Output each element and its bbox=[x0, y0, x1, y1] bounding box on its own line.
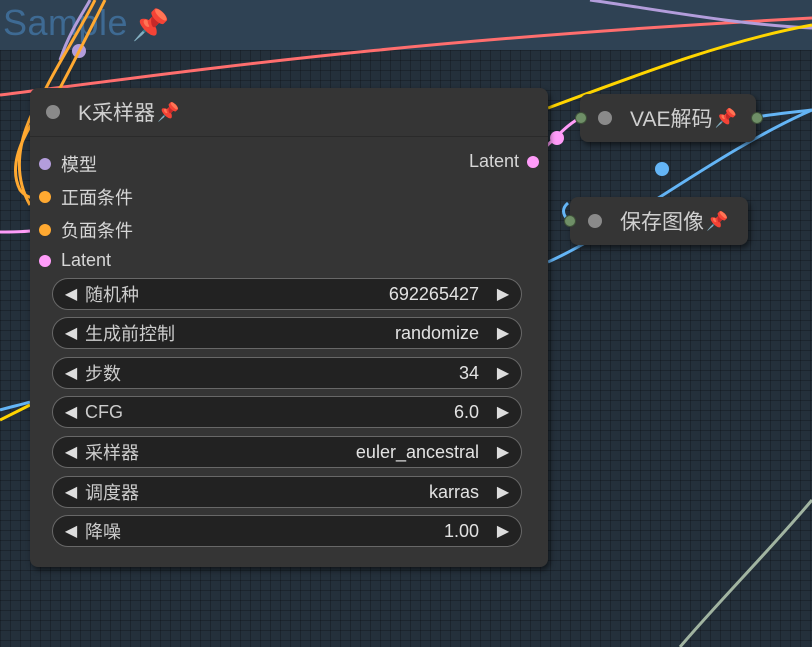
widget-value[interactable]: euler_ancestral bbox=[356, 442, 491, 463]
widget-value[interactable]: 6.0 bbox=[454, 402, 491, 423]
widget-value[interactable]: randomize bbox=[395, 323, 491, 344]
decrement-arrow-icon[interactable]: ◀ bbox=[59, 363, 83, 383]
slot-dot[interactable] bbox=[39, 224, 51, 236]
link-wire-latent bbox=[550, 131, 564, 145]
widget-label: 采样器 bbox=[85, 443, 139, 463]
node-title-bar[interactable]: K采样器 📌 bbox=[30, 88, 548, 137]
slot-dot[interactable] bbox=[39, 158, 51, 170]
decrement-arrow-icon[interactable]: ◀ bbox=[59, 442, 83, 462]
slot-dot[interactable] bbox=[527, 155, 539, 168]
increment-arrow-icon[interactable]: ▶ bbox=[491, 363, 515, 383]
increment-arrow-icon[interactable]: ▶ bbox=[491, 521, 515, 541]
widget-sampler[interactable]: ◀ 采样器 euler_ancestral ▶ bbox=[52, 436, 522, 468]
widget-label: 生成前控制 bbox=[85, 324, 175, 344]
slot-dot[interactable] bbox=[39, 191, 51, 203]
pin-icon: 📌 bbox=[157, 101, 180, 122]
widget-scheduler[interactable]: ◀ 调度器 karras ▶ bbox=[52, 476, 522, 508]
widget-value[interactable]: 692265427 bbox=[389, 284, 491, 305]
widget-denoise[interactable]: ◀ 降噪 1.00 ▶ bbox=[52, 515, 522, 547]
pin-icon: 📌 bbox=[706, 210, 729, 231]
node-title-bar[interactable]: VAE解码 📌 bbox=[580, 94, 756, 142]
slot-dot[interactable] bbox=[39, 254, 51, 267]
decrement-arrow-icon[interactable]: ◀ bbox=[59, 402, 83, 422]
output-connector[interactable] bbox=[751, 112, 763, 124]
increment-arrow-icon[interactable]: ▶ bbox=[491, 284, 515, 304]
input-slot-model[interactable]: 模型 bbox=[39, 151, 97, 177]
increment-arrow-icon[interactable]: ▶ bbox=[491, 482, 515, 502]
slot-label: 正面条件 bbox=[61, 188, 133, 208]
node-title: K采样器 bbox=[78, 102, 156, 125]
link-wire-image bbox=[655, 162, 669, 176]
node-title: 保存图像 bbox=[620, 211, 704, 234]
increment-arrow-icon[interactable]: ▶ bbox=[491, 402, 515, 422]
widget-label: 随机种 bbox=[85, 285, 139, 305]
increment-arrow-icon[interactable]: ▶ bbox=[491, 323, 515, 343]
widget-label: 降噪 bbox=[85, 522, 121, 542]
collapse-toggle[interactable] bbox=[588, 214, 602, 228]
link-wire-other bbox=[678, 499, 812, 647]
slot-label: 模型 bbox=[61, 155, 97, 175]
increment-arrow-icon[interactable]: ▶ bbox=[491, 442, 515, 462]
widget-value[interactable]: karras bbox=[429, 482, 491, 503]
input-slot-latent[interactable]: Latent bbox=[39, 250, 111, 271]
decrement-arrow-icon[interactable]: ◀ bbox=[59, 323, 83, 343]
vae-decode-node[interactable]: VAE解码 📌 bbox=[580, 94, 756, 142]
save-image-node[interactable]: 保存图像 📌 bbox=[570, 197, 748, 245]
collapse-toggle[interactable] bbox=[598, 111, 612, 125]
node-title-bar[interactable]: 保存图像 📌 bbox=[570, 197, 748, 245]
widget-label: 调度器 bbox=[85, 483, 139, 503]
slot-label: Latent bbox=[468, 151, 519, 171]
collapse-toggle[interactable] bbox=[46, 105, 60, 119]
widget-label: 步数 bbox=[85, 364, 121, 384]
pin-icon: 📌 bbox=[714, 107, 737, 128]
input-connector[interactable] bbox=[575, 112, 587, 124]
input-slot-negative[interactable]: 负面条件 bbox=[39, 217, 133, 243]
slot-label: 负面条件 bbox=[61, 221, 133, 241]
decrement-arrow-icon[interactable]: ◀ bbox=[59, 284, 83, 304]
node-title: VAE解码 bbox=[630, 108, 713, 131]
widget-cfg[interactable]: ◀ CFG 6.0 ▶ bbox=[52, 396, 522, 428]
widget-steps[interactable]: ◀ 步数 34 ▶ bbox=[52, 357, 522, 389]
decrement-arrow-icon[interactable]: ◀ bbox=[59, 482, 83, 502]
input-connector[interactable] bbox=[564, 215, 576, 227]
slot-label: Latent bbox=[61, 250, 112, 270]
input-slot-positive[interactable]: 正面条件 bbox=[39, 184, 133, 210]
decrement-arrow-icon[interactable]: ◀ bbox=[59, 521, 83, 541]
link-wire-latent bbox=[0, 229, 31, 234]
output-slot-latent[interactable]: Latent bbox=[469, 151, 539, 172]
widget-seed[interactable]: ◀ 随机种 692265427 ▶ bbox=[52, 278, 522, 310]
ksampler-node[interactable]: K采样器 📌 模型 正面条件 负面条件 Latent Latent ◀ 随机种 … bbox=[30, 88, 548, 567]
widget-value[interactable]: 1.00 bbox=[444, 521, 491, 542]
widget-control-after-generate[interactable]: ◀ 生成前控制 randomize ▶ bbox=[52, 317, 522, 349]
widget-value[interactable]: 34 bbox=[459, 363, 491, 384]
widget-label: CFG bbox=[85, 401, 123, 422]
